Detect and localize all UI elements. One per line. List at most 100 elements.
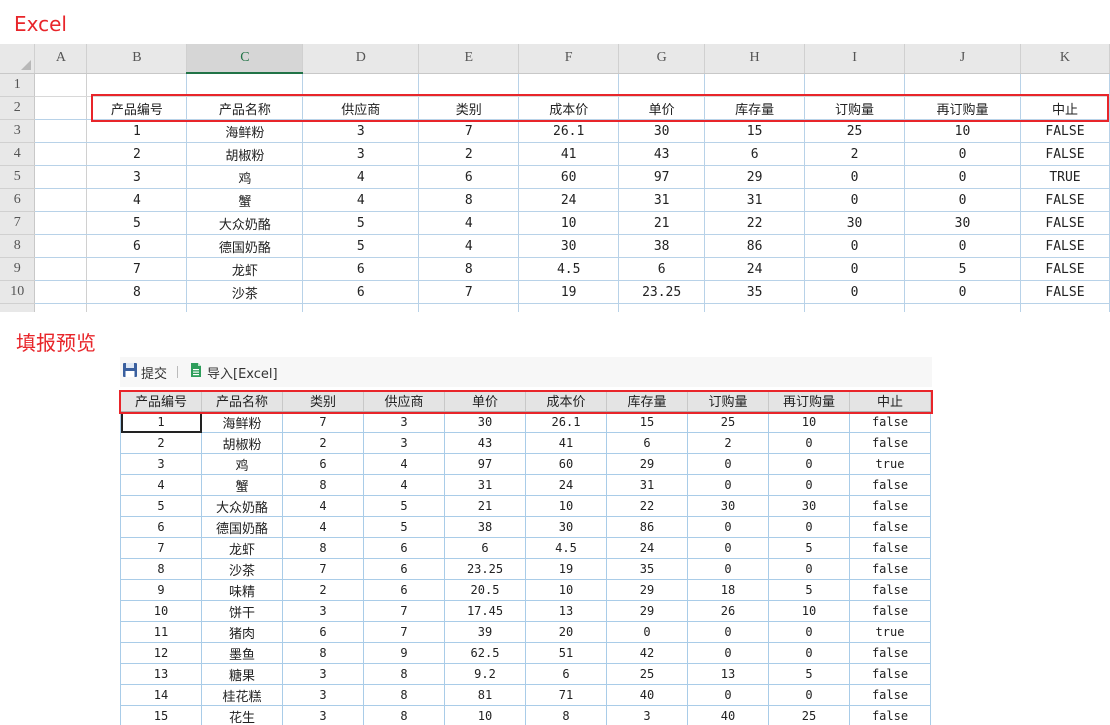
preview-cell[interactable]: 6	[120, 516, 202, 538]
preview-cell[interactable]: false	[849, 432, 931, 454]
excel-cell[interactable]: 0	[804, 165, 906, 189]
preview-cell[interactable]: 25	[768, 705, 850, 725]
preview-cell[interactable]: 26	[687, 600, 769, 622]
preview-cell[interactable]: 26.1	[525, 411, 607, 433]
preview-cell[interactable]: 0	[687, 453, 769, 475]
excel-cell[interactable]: 6	[302, 257, 420, 281]
preview-cell[interactable]: 9	[120, 579, 202, 601]
excel-cell[interactable]: 19	[518, 280, 620, 304]
excel-cell[interactable]: 24	[704, 257, 806, 281]
preview-cell[interactable]: 2	[687, 432, 769, 454]
row-header-9[interactable]: 9	[0, 257, 36, 281]
preview-cell[interactable]: false	[849, 537, 931, 559]
preview-cell[interactable]: 25	[687, 411, 769, 433]
preview-cell[interactable]: 0	[768, 516, 850, 538]
excel-cell[interactable]: 产品名称	[186, 96, 304, 120]
excel-cell[interactable]: 31	[618, 188, 706, 212]
preview-cell[interactable]: 24	[606, 537, 688, 559]
excel-cell[interactable]	[34, 165, 88, 189]
excel-cell[interactable]: 21	[618, 211, 706, 235]
excel-cell[interactable]: 成本价	[518, 96, 620, 120]
preview-cell[interactable]: 30	[525, 516, 607, 538]
preview-cell[interactable]: false	[849, 663, 931, 685]
submit-button[interactable]: 提交	[120, 362, 169, 382]
excel-cell[interactable]: 0	[904, 188, 1021, 212]
excel-cell[interactable]: 6	[86, 234, 188, 258]
preview-cell[interactable]: 6	[606, 432, 688, 454]
preview-cell[interactable]: 海鲜粉	[201, 411, 283, 433]
excel-cell[interactable]: 26.1	[518, 119, 620, 143]
excel-cell[interactable]: 7	[418, 119, 520, 143]
preview-cell[interactable]: 6	[282, 453, 364, 475]
excel-cell[interactable]	[418, 303, 520, 312]
preview-cell[interactable]: 81	[444, 684, 526, 706]
column-header-e[interactable]: E	[418, 44, 520, 74]
preview-cell[interactable]: false	[849, 600, 931, 622]
import-excel-button[interactable]: 导入[Excel]	[186, 362, 280, 382]
excel-cell[interactable]	[86, 73, 188, 97]
excel-cell[interactable]: 15	[704, 119, 806, 143]
excel-cell[interactable]: 25	[804, 119, 906, 143]
excel-cell[interactable]: 海鲜粉	[186, 119, 304, 143]
preview-cell[interactable]: 3	[282, 663, 364, 685]
preview-cell[interactable]: 6	[282, 621, 364, 643]
preview-cell[interactable]: 5	[363, 495, 445, 517]
excel-cell[interactable]: 沙茶	[186, 280, 304, 304]
preview-cell[interactable]: 11	[120, 621, 202, 643]
preview-cell[interactable]: 7	[363, 600, 445, 622]
excel-cell[interactable]	[302, 73, 420, 97]
preview-cell[interactable]: 饼干	[201, 600, 283, 622]
preview-cell[interactable]: 2	[120, 432, 202, 454]
preview-cell[interactable]: 糖果	[201, 663, 283, 685]
excel-cell[interactable]: FALSE	[1020, 142, 1110, 166]
preview-cell[interactable]: 墨鱼	[201, 642, 283, 664]
preview-cell[interactable]: true	[849, 621, 931, 643]
excel-cell[interactable]: 单价	[618, 96, 706, 120]
excel-cell[interactable]: 2	[86, 142, 188, 166]
preview-cell[interactable]: 40	[687, 705, 769, 725]
excel-cell[interactable]: 大众奶酪	[186, 211, 304, 235]
excel-sheet[interactable]: A B C D E F G H I J K 1 2 产品编号 产品名称 供应商 类别 成本价 单价 库存量 订购量 再订购…	[0, 44, 1110, 312]
excel-cell[interactable]	[418, 73, 520, 97]
preview-cell[interactable]: 6	[363, 579, 445, 601]
preview-cell[interactable]: 10	[768, 600, 850, 622]
preview-cell[interactable]: 0	[687, 474, 769, 496]
preview-cell[interactable]: 3	[282, 684, 364, 706]
excel-cell[interactable]: 8	[86, 280, 188, 304]
preview-cell[interactable]: 71	[525, 684, 607, 706]
preview-cell[interactable]: 9	[363, 642, 445, 664]
preview-cell[interactable]: 蟹	[201, 474, 283, 496]
preview-cell[interactable]: 0	[768, 642, 850, 664]
preview-cell[interactable]: 3	[282, 600, 364, 622]
row-header-4[interactable]: 4	[0, 142, 36, 166]
excel-cell[interactable]: TRUE	[1020, 165, 1110, 189]
excel-cell[interactable]: 4.5	[518, 257, 620, 281]
preview-cell[interactable]: 龙虾	[201, 537, 283, 559]
excel-cell[interactable]: 4	[418, 234, 520, 258]
excel-cell[interactable]	[186, 73, 304, 97]
preview-cell[interactable]: 4	[363, 474, 445, 496]
excel-cell[interactable]: 供应商	[302, 96, 420, 120]
excel-cell[interactable]: 5	[86, 211, 188, 235]
preview-cell[interactable]: 0	[768, 453, 850, 475]
preview-cell[interactable]: 31	[606, 474, 688, 496]
preview-cell[interactable]: 花生	[201, 705, 283, 725]
preview-cell[interactable]: 5	[768, 579, 850, 601]
excel-cell[interactable]	[34, 257, 88, 281]
excel-cell[interactable]: 31	[704, 188, 806, 212]
excel-cell[interactable]: 23.25	[618, 280, 706, 304]
excel-cell[interactable]: 0	[804, 280, 906, 304]
preview-cell[interactable]: 4	[282, 516, 364, 538]
preview-cell[interactable]: 14	[120, 684, 202, 706]
excel-cell[interactable]: 29	[704, 165, 806, 189]
preview-cell[interactable]: 8	[282, 474, 364, 496]
preview-cell[interactable]: 0	[768, 432, 850, 454]
preview-cell[interactable]: 38	[444, 516, 526, 538]
column-header-g[interactable]: G	[618, 44, 706, 74]
excel-cell[interactable]: 1	[86, 119, 188, 143]
excel-cell[interactable]: 产品编号	[86, 96, 188, 120]
preview-cell[interactable]: 0	[768, 558, 850, 580]
excel-cell[interactable]: 0	[804, 234, 906, 258]
preview-cell[interactable]: 8	[525, 705, 607, 725]
excel-cell[interactable]	[302, 303, 420, 312]
